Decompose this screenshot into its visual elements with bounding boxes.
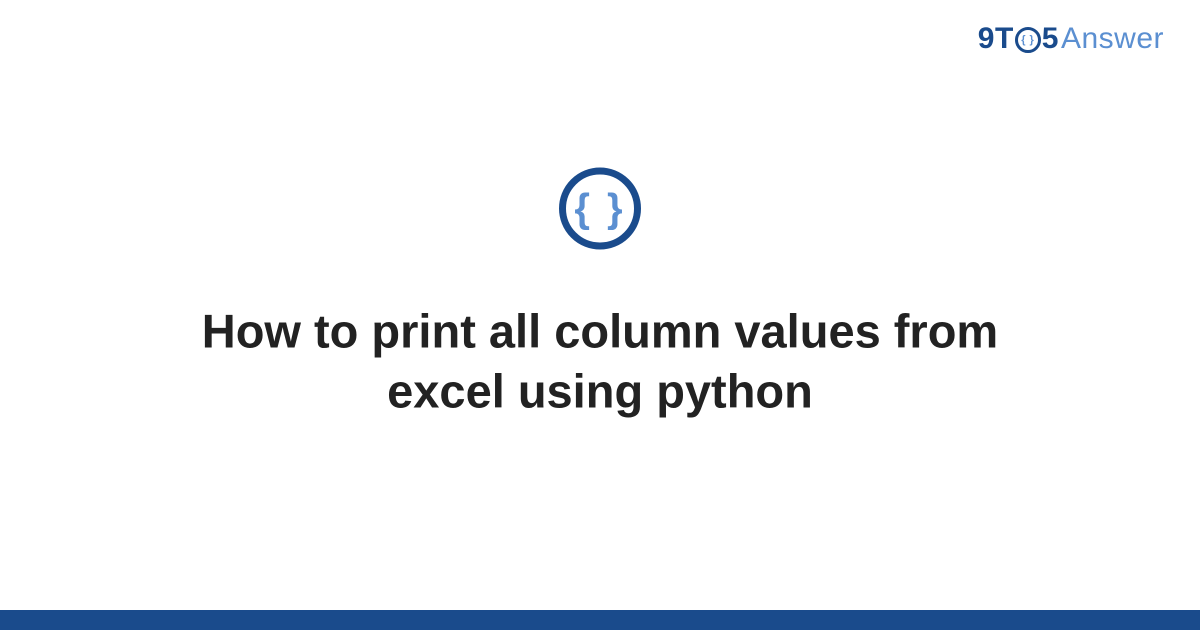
- main-content: { } How to print all column values from …: [0, 167, 1200, 421]
- code-braces-icon: { }: [559, 167, 641, 249]
- code-braces-glyph: { }: [574, 188, 625, 228]
- brand-text-answer: Answer: [1061, 22, 1164, 56]
- brand-circle-inner-glyph: { }: [1021, 35, 1034, 46]
- bottom-accent-bar: [0, 610, 1200, 630]
- brand-logo: 9 T { } 5 Answer: [978, 22, 1164, 56]
- page-title: How to print all column values from exce…: [140, 301, 1060, 421]
- brand-circle-icon: { }: [1015, 27, 1041, 53]
- brand-text-five: 5: [1042, 22, 1059, 56]
- brand-text-nine: 9: [978, 22, 995, 56]
- brand-text-t: T: [995, 22, 1014, 56]
